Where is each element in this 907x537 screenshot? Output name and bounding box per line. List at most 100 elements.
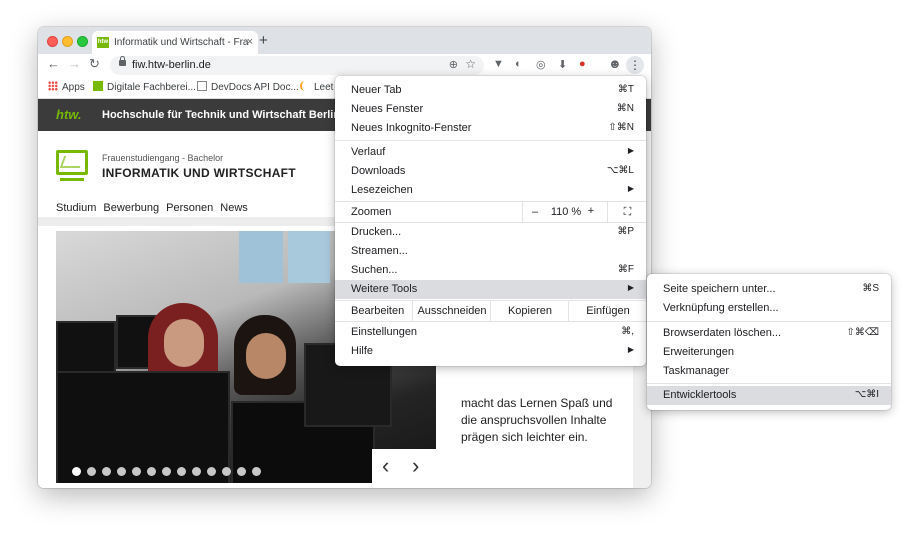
copy-button[interactable]: Kopieren xyxy=(490,301,569,321)
new-tab-button[interactable]: + xyxy=(259,32,268,49)
menu-item-label: Neues Inkognito-Fenster xyxy=(351,122,472,134)
nav-link-bewerbung[interactable]: Bewerbung xyxy=(103,202,159,214)
slide-dot[interactable] xyxy=(117,467,126,476)
close-window-button[interactable] xyxy=(47,36,58,47)
submenu-item-create-shortcut[interactable]: Verknüpfung erstellen... xyxy=(647,299,891,318)
bookmark-apps[interactable]: Apps xyxy=(48,81,85,93)
photo-window xyxy=(288,231,330,283)
slide-dot[interactable] xyxy=(237,467,246,476)
ext-code-icon[interactable]: ◎ xyxy=(536,58,546,71)
photo-face xyxy=(164,319,204,367)
ext-color-icon[interactable]: ● xyxy=(579,58,586,70)
chart-logo-base xyxy=(60,178,84,181)
paste-button[interactable]: Einfügen xyxy=(568,301,647,321)
menu-item-label: Drucken... xyxy=(351,226,402,238)
lock-icon xyxy=(119,56,126,66)
slide-dot[interactable] xyxy=(102,467,111,476)
menu-item-bookmarks[interactable]: Lesezeichen ▶ xyxy=(335,181,646,200)
devdocs-icon xyxy=(197,81,207,91)
zoom-level: 110 % xyxy=(550,206,582,218)
reload-button[interactable]: ↻ xyxy=(89,56,100,72)
menu-item-settings[interactable]: Einstellungen ⌘, xyxy=(335,323,646,342)
menu-item-label: Suchen... xyxy=(351,264,398,276)
submenu-item-task-manager[interactable]: Taskmanager xyxy=(647,362,891,381)
slide-dot[interactable] xyxy=(222,467,231,476)
slide-dot[interactable] xyxy=(252,467,261,476)
menu-item-label: Erweiterungen xyxy=(663,346,734,358)
menu-edit-row: Bearbeiten Ausschneiden Kopieren Einfüge… xyxy=(335,300,646,322)
submenu-item-devtools[interactable]: Entwicklertools ⌥⌘I xyxy=(647,386,891,405)
menu-item-print[interactable]: Drucken... ⌘P xyxy=(335,223,646,242)
menu-item-help[interactable]: Hilfe ▶ xyxy=(335,342,646,361)
cut-button[interactable]: Ausschneiden xyxy=(412,301,491,321)
menu-item-shortcut: ⇧⌘⌫ xyxy=(846,327,879,338)
slide-dot[interactable] xyxy=(132,467,141,476)
submenu-item-extensions[interactable]: Erweiterungen xyxy=(647,343,891,362)
menu-item-shortcut: ⇧⌘N xyxy=(608,122,634,133)
menu-item-label: Streamen... xyxy=(351,245,408,257)
submenu-item-clear-data[interactable]: Browserdaten löschen... ⇧⌘⌫ xyxy=(647,324,891,343)
menu-item-history[interactable]: Verlauf ▶ xyxy=(335,143,646,162)
minimize-window-button[interactable] xyxy=(62,36,73,47)
htw-logo[interactable]: htw. xyxy=(56,107,82,122)
zoom-window-button[interactable] xyxy=(77,36,88,47)
bookmark-label: Digitale Fachberei... xyxy=(107,82,196,93)
forward-button[interactable]: → xyxy=(68,56,81,71)
ext-download-icon[interactable]: ⬇ xyxy=(558,58,567,71)
menu-item-downloads[interactable]: Downloads ⌥⌘L xyxy=(335,162,646,181)
prev-slide-button[interactable]: ‹ xyxy=(382,453,389,479)
nav-link-personen[interactable]: Personen xyxy=(166,202,213,214)
toolbar: ← → ↻ fiw.htw-berlin.de ⊕ ☆ ▼ ◐ ◎ ⬇ ● ☻ … xyxy=(38,54,651,77)
menu-item-label: Browserdaten löschen... xyxy=(663,327,782,339)
menu-item-incognito[interactable]: Neues Inkognito-Fenster ⇧⌘N xyxy=(335,119,646,138)
slide-dot[interactable] xyxy=(72,467,81,476)
program-title: INFORMATIK UND WIRTSCHAFT xyxy=(102,166,296,180)
address-bar[interactable]: fiw.htw-berlin.de ⊕ ☆ xyxy=(110,56,484,75)
bookmark-star-icon[interactable]: ☆ xyxy=(465,57,476,71)
submenu-item-save-page[interactable]: Seite speichern unter... ⌘S xyxy=(647,280,891,299)
tab-active[interactable]: htw Informatik und Wirtschaft - Fra × xyxy=(92,31,258,54)
submenu-arrow-icon: ▶ xyxy=(627,345,634,354)
url-text[interactable]: fiw.htw-berlin.de xyxy=(132,59,211,71)
site-nav: Studium Bewerbung Personen News xyxy=(56,202,252,214)
bookmark-label: DevDocs API Doc... xyxy=(211,82,299,93)
bookmark-label: Apps xyxy=(62,82,85,93)
menu-item-label: Neues Fenster xyxy=(351,103,424,115)
nav-link-news[interactable]: News xyxy=(220,202,248,214)
zoom-in-button[interactable]: + xyxy=(583,205,599,217)
nav-link-studium[interactable]: Studium xyxy=(56,202,96,214)
slide-dot[interactable] xyxy=(192,467,201,476)
zoom-label: Zoomen xyxy=(351,206,392,218)
slide-dot[interactable] xyxy=(147,467,156,476)
slide-dot[interactable] xyxy=(87,467,96,476)
chrome-menu-button[interactable]: ⋮ xyxy=(626,56,644,74)
ext-moon-icon[interactable]: ◐ xyxy=(515,58,522,70)
bookmark-leet[interactable]: Leet xyxy=(300,81,333,93)
program-subtitle: Frauenstudiengang - Bachelor xyxy=(102,153,224,163)
menu-item-label: Einstellungen xyxy=(351,326,418,338)
university-name[interactable]: Hochschule für Technik und Wirtschaft Be… xyxy=(102,109,340,121)
hero-caption: macht das Lernen Spaß und die anspruchsv… xyxy=(461,396,613,444)
menu-item-label: Hilfe xyxy=(351,345,374,357)
tab-close-icon[interactable]: × xyxy=(247,36,253,48)
zoom-indicator-icon[interactable]: ⊕ xyxy=(449,58,458,71)
menu-item-new-tab[interactable]: Neuer Tab ⌘T xyxy=(335,81,646,100)
photo-window xyxy=(239,231,283,283)
menu-item-shortcut: ⌘F xyxy=(617,264,634,275)
chrome-main-menu: Neuer Tab ⌘T Neues Fenster ⌘N Neues Inkogn… xyxy=(335,76,646,366)
menu-item-cast[interactable]: Streamen... xyxy=(335,242,646,261)
slide-dot[interactable] xyxy=(207,467,216,476)
zoom-out-button[interactable]: – xyxy=(522,202,547,222)
menu-item-find[interactable]: Suchen... ⌘F xyxy=(335,261,646,280)
menu-item-more-tools[interactable]: Weitere Tools ▶ xyxy=(335,280,646,299)
profile-icon[interactable]: ☻ xyxy=(608,56,622,71)
bookmark-devdocs[interactable]: DevDocs API Doc... xyxy=(197,81,299,93)
bookmark-digitale[interactable]: Digitale Fachberei... xyxy=(93,81,196,93)
next-slide-button[interactable]: › xyxy=(412,453,419,479)
menu-item-new-window[interactable]: Neues Fenster ⌘N xyxy=(335,100,646,119)
back-button[interactable]: ← xyxy=(47,56,60,71)
slide-dot[interactable] xyxy=(177,467,186,476)
ext-filter-icon[interactable]: ▼ xyxy=(493,58,504,70)
fullscreen-icon[interactable]: ⛶ xyxy=(607,202,647,222)
slide-dot[interactable] xyxy=(162,467,171,476)
